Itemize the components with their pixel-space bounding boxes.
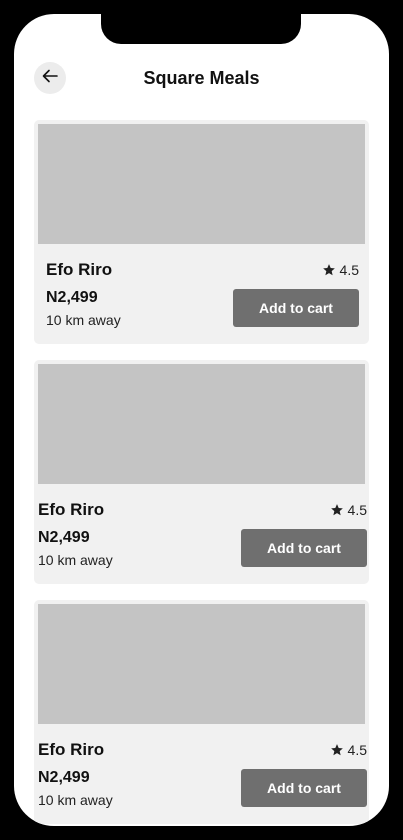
meal-price: N2,499 — [38, 529, 90, 546]
star-icon — [322, 264, 335, 276]
meal-card[interactable]: Efo Riro N2,499 10 km away 4.5 Add to ca… — [34, 120, 369, 344]
add-to-cart-button[interactable]: Add to cart — [233, 289, 359, 327]
notch — [101, 14, 301, 44]
meal-price: N2,499 — [46, 289, 98, 306]
header: Square Meals — [14, 62, 389, 96]
meal-card[interactable]: Efo Riro N2,499 10 km away 4.5 Add to ca… — [34, 360, 369, 584]
meal-card[interactable]: Efo Riro N2,499 10 km away 4.5 Add to ca… — [34, 600, 369, 824]
phone-frame: Square Meals Efo Riro N2,499 10 km away … — [0, 0, 403, 840]
meal-distance: 10 km away — [38, 552, 113, 568]
meal-image — [38, 604, 365, 724]
meal-name: Efo Riro — [38, 500, 105, 519]
rating-value: 4.5 — [339, 262, 359, 278]
meal-rating: 4.5 — [330, 742, 367, 758]
page-title: Square Meals — [143, 68, 260, 88]
meal-image — [38, 124, 365, 244]
rating-value: 4.5 — [347, 502, 367, 518]
add-to-cart-button[interactable]: Add to cart — [241, 769, 367, 807]
add-to-cart-button[interactable]: Add to cart — [241, 529, 367, 567]
meal-image — [38, 364, 365, 484]
screen: Square Meals Efo Riro N2,499 10 km away … — [14, 14, 389, 826]
rating-value: 4.5 — [347, 742, 367, 758]
meal-distance: 10 km away — [38, 792, 113, 808]
star-icon — [330, 504, 343, 516]
meal-rating: 4.5 — [322, 262, 359, 278]
meal-price: N2,499 — [38, 769, 90, 786]
meal-name: Efo Riro — [38, 740, 105, 759]
star-icon — [330, 744, 343, 756]
meal-rating: 4.5 — [330, 502, 367, 518]
meal-name: Efo Riro — [46, 260, 113, 279]
meal-distance: 10 km away — [46, 312, 121, 328]
